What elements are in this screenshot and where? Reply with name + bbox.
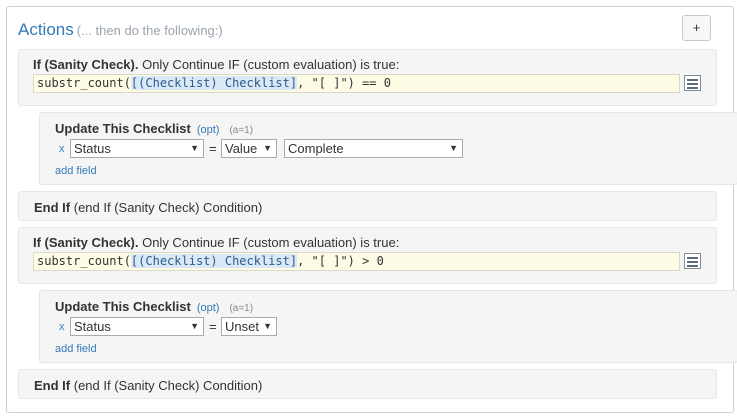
action-count: (a=1) [229,303,254,314]
remove-field-button[interactable]: x [59,321,65,333]
end-if-label: End If [34,378,71,393]
expr-pre: substr_count( [37,254,131,268]
update-checklist-block-1: Update This Checklist (opt) (a=1) x Status… [39,112,737,185]
expr-pre: substr_count( [37,76,131,90]
value-mode-value: Value [225,141,258,156]
remove-field-button[interactable]: x [59,143,65,155]
if-condition-block-2: If (Sanity Check). Only Continue IF (cus… [18,227,717,284]
update-title-text: Update This Checklist [55,121,191,136]
update-title: Update This Checklist (opt) (a=1) [55,299,253,314]
update-title-text: Update This Checklist [55,299,191,314]
if-label: If (Sanity Check). [33,235,139,250]
end-if-text: End If (end If (Sanity Check) Condition) [34,378,262,393]
action-count: (a=1) [229,125,254,136]
end-if-block-2: End If (end If (Sanity Check) Condition) [18,369,717,399]
expr-post: , "[ ]") > 0 [297,254,384,268]
list-editor-icon[interactable] [684,75,701,91]
add-field-link[interactable]: add field [55,165,97,177]
field-select[interactable]: Status ▼ [70,139,204,158]
add-action-button[interactable]: + [682,15,711,41]
if-description: Only Continue IF (custom evaluation) is … [142,57,400,72]
chevron-down-icon: ▼ [449,143,458,153]
actions-panel: Actions (... then do the following:) + If… [6,6,737,413]
end-if-block-1: End If (end If (Sanity Check) Condition) [18,191,717,221]
expr-field-ref: [(Checklist) Checklist] [130,254,298,268]
end-if-text: End If (end If (Sanity Check) Condition) [34,200,262,215]
field-select[interactable]: Status ▼ [70,317,204,336]
value-mode-select[interactable]: Value ▼ [221,139,277,158]
expr-field-ref: [(Checklist) Checklist] [130,76,298,90]
actions-title: Actions [18,20,74,39]
value-mode-select[interactable]: Unset ▼ [221,317,277,336]
chevron-down-icon: ▼ [263,321,272,331]
opt-link[interactable]: (opt) [197,302,220,314]
actions-subtitle: (... then do the following:) [76,23,223,38]
end-if-description: (end If (Sanity Check) Condition) [73,200,263,215]
chevron-down-icon: ▼ [190,321,199,331]
value-select-value: Complete [288,141,344,156]
if-header: If (Sanity Check). Only Continue IF (cus… [33,235,399,250]
end-if-label: End If [34,200,71,215]
list-editor-icon[interactable] [684,253,701,269]
expr-post: , "[ ]") == 0 [297,76,392,90]
chevron-down-icon: ▼ [263,143,272,153]
equals-sign: = [209,319,217,334]
if-condition-block-1: If (Sanity Check). Only Continue IF (cus… [18,49,717,106]
value-select[interactable]: Complete ▼ [284,139,463,158]
update-checklist-block-2: Update This Checklist (opt) (a=1) x Status… [39,290,737,363]
if-label: If (Sanity Check). [33,57,139,72]
add-field-link[interactable]: add field [55,343,97,355]
panel-title: Actions (... then do the following:) [18,20,223,40]
expression-input[interactable]: substr_count([(Checklist) Checklist], "[… [33,252,680,271]
value-mode-value: Unset [225,319,259,334]
expression-input[interactable]: substr_count([(Checklist) Checklist], "[… [33,74,680,93]
chevron-down-icon: ▼ [190,143,199,153]
update-title: Update This Checklist (opt) (a=1) [55,121,253,136]
field-select-value: Status [74,141,111,156]
if-description: Only Continue IF (custom evaluation) is … [142,235,400,250]
equals-sign: = [209,141,217,156]
if-header: If (Sanity Check). Only Continue IF (cus… [33,57,399,72]
end-if-description: (end If (Sanity Check) Condition) [73,378,263,393]
field-select-value: Status [74,319,111,334]
opt-link[interactable]: (opt) [197,124,220,136]
